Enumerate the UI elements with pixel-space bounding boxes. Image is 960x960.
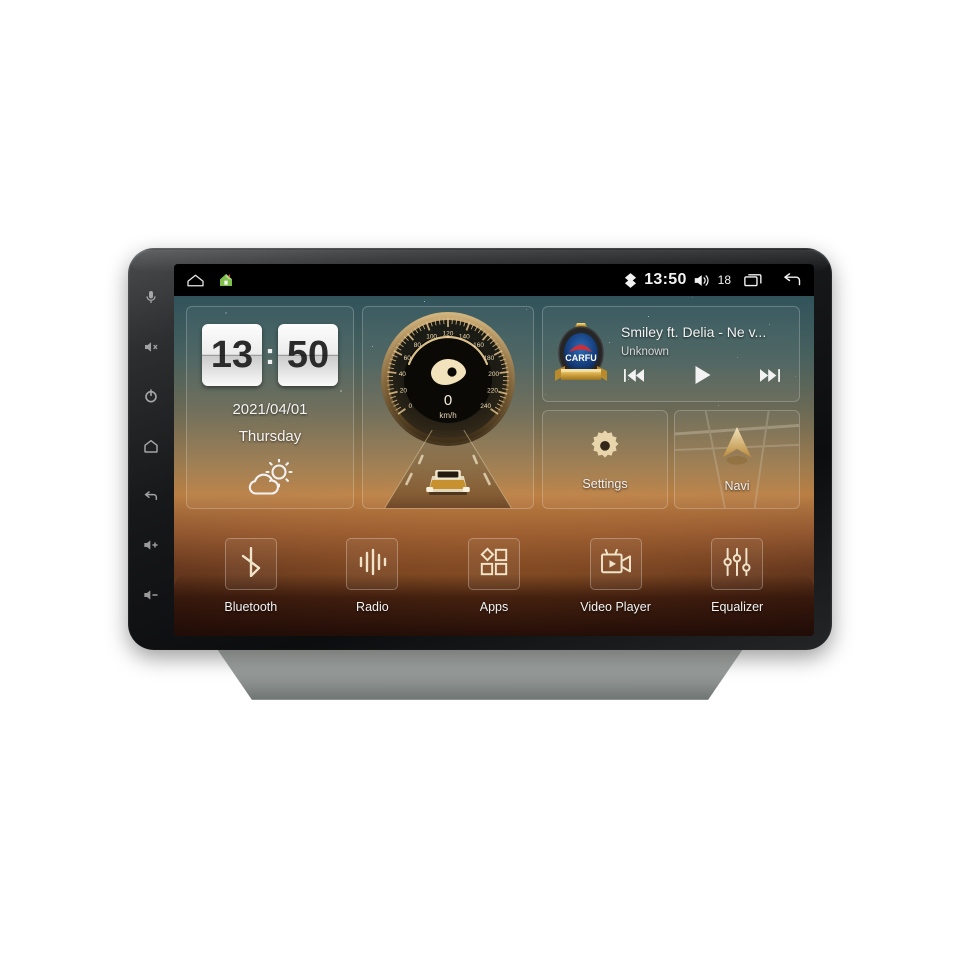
home-button[interactable]	[143, 438, 159, 454]
volume-down-button[interactable]	[143, 587, 159, 603]
volume-level: 18	[717, 273, 731, 287]
settings-label: Settings	[582, 477, 628, 491]
radio-waves-icon	[357, 548, 387, 581]
status-bar: 13:50 18	[174, 264, 814, 296]
bluetooth-diamond-icon	[624, 272, 637, 288]
settings-tile[interactable]: Settings	[542, 410, 668, 509]
previous-track-button[interactable]	[621, 366, 647, 384]
svg-text:240: 240	[480, 403, 491, 410]
navi-label: Navi	[724, 479, 750, 493]
svg-text:200: 200	[488, 371, 499, 378]
clock-widget[interactable]: 13 : 50 2021/04/01 Thursday	[186, 306, 354, 509]
back-arrow-icon[interactable]	[782, 272, 802, 288]
green-house-icon[interactable]	[218, 272, 234, 288]
clock-hours: 13	[202, 324, 262, 386]
product-photo-stage: 13:50 18 13: 50 2021/04/01 Thursday 0 2…	[0, 0, 960, 960]
clock-minutes: 50	[278, 324, 338, 386]
next-track-button[interactable]	[757, 366, 783, 384]
svg-text:0: 0	[409, 403, 413, 410]
dock-item-equalizer[interactable]: Equalizer	[694, 538, 780, 614]
svg-text:20: 20	[400, 388, 408, 395]
navigation-arrow-icon	[718, 426, 756, 471]
recents-icon[interactable]	[744, 273, 763, 287]
volume-icon[interactable]	[694, 273, 711, 288]
clock-date: 2021/04/01	[232, 401, 308, 418]
apps-grid-icon	[479, 546, 509, 582]
track-artist: Unknown	[621, 346, 669, 358]
dock-label-apps: Video Player	[580, 600, 651, 614]
mute-button[interactable]	[143, 339, 159, 355]
power-button[interactable]	[143, 388, 159, 404]
transport-controls	[621, 366, 791, 384]
back-button[interactable]	[143, 488, 159, 504]
play-button[interactable]	[689, 366, 715, 384]
dock-label-radio: Radio	[356, 600, 389, 614]
badge-text: CARFU	[565, 353, 597, 363]
mic-button[interactable]	[143, 289, 159, 305]
video-camera-icon	[600, 548, 632, 581]
clock-separator: :	[265, 338, 275, 371]
carfu-logo-badge: CARFU	[551, 319, 611, 389]
dock-label-video: Apps	[479, 600, 509, 614]
sun-behind-cloud-icon[interactable]	[187, 459, 353, 499]
equalizer-sliders-icon	[722, 547, 752, 582]
flip-clock: 13 : 50	[187, 324, 353, 386]
speed-value: 0	[444, 392, 452, 409]
navi-tile[interactable]: Navi	[674, 410, 800, 509]
car-on-road-icon	[384, 430, 512, 508]
music-widget[interactable]: CARFU Smiley ft. Delia - Ne v... Unknown	[542, 306, 800, 402]
app-dock: Bluetooth Radio Apps Video Player Equali…	[174, 530, 814, 636]
dock-item-bluetooth[interactable]: Bluetooth	[208, 538, 294, 614]
track-title: Smiley ft. Delia - Ne v...	[621, 324, 767, 340]
clock-weekday: Thursday	[238, 428, 302, 445]
status-clock: 13:50	[644, 271, 687, 288]
head-unit-body: 13:50 18 13: 50 2021/04/01 Thursday 0 2…	[128, 248, 832, 650]
volume-up-button[interactable]	[143, 537, 159, 553]
svg-text:40: 40	[399, 371, 407, 378]
dock-item-video[interactable]: Video Player	[573, 538, 659, 614]
speedometer-widget[interactable]: 0 20 40 60 80 100 120 140 160 180 200 220 240 0 km/h	[362, 306, 534, 509]
touchscreen[interactable]: 13:50 18 13: 50 2021/04/01 Thursday 0 2…	[174, 264, 814, 636]
bluetooth-icon	[238, 546, 264, 582]
dock-label-equalizer: Equalizer	[711, 600, 764, 614]
hardkey-bezel	[128, 248, 174, 650]
gear-icon	[587, 428, 623, 469]
dock-item-apps[interactable]: Apps	[451, 538, 537, 614]
home-outline-icon[interactable]	[186, 273, 205, 288]
music-metadata: Smiley ft. Delia - Ne v... Unknown	[611, 324, 791, 384]
dock-item-radio[interactable]: Radio	[329, 538, 415, 614]
dock-label-bluetooth: Bluetooth	[224, 600, 278, 614]
speed-unit: km/h	[439, 411, 456, 420]
svg-text:220: 220	[487, 388, 498, 395]
